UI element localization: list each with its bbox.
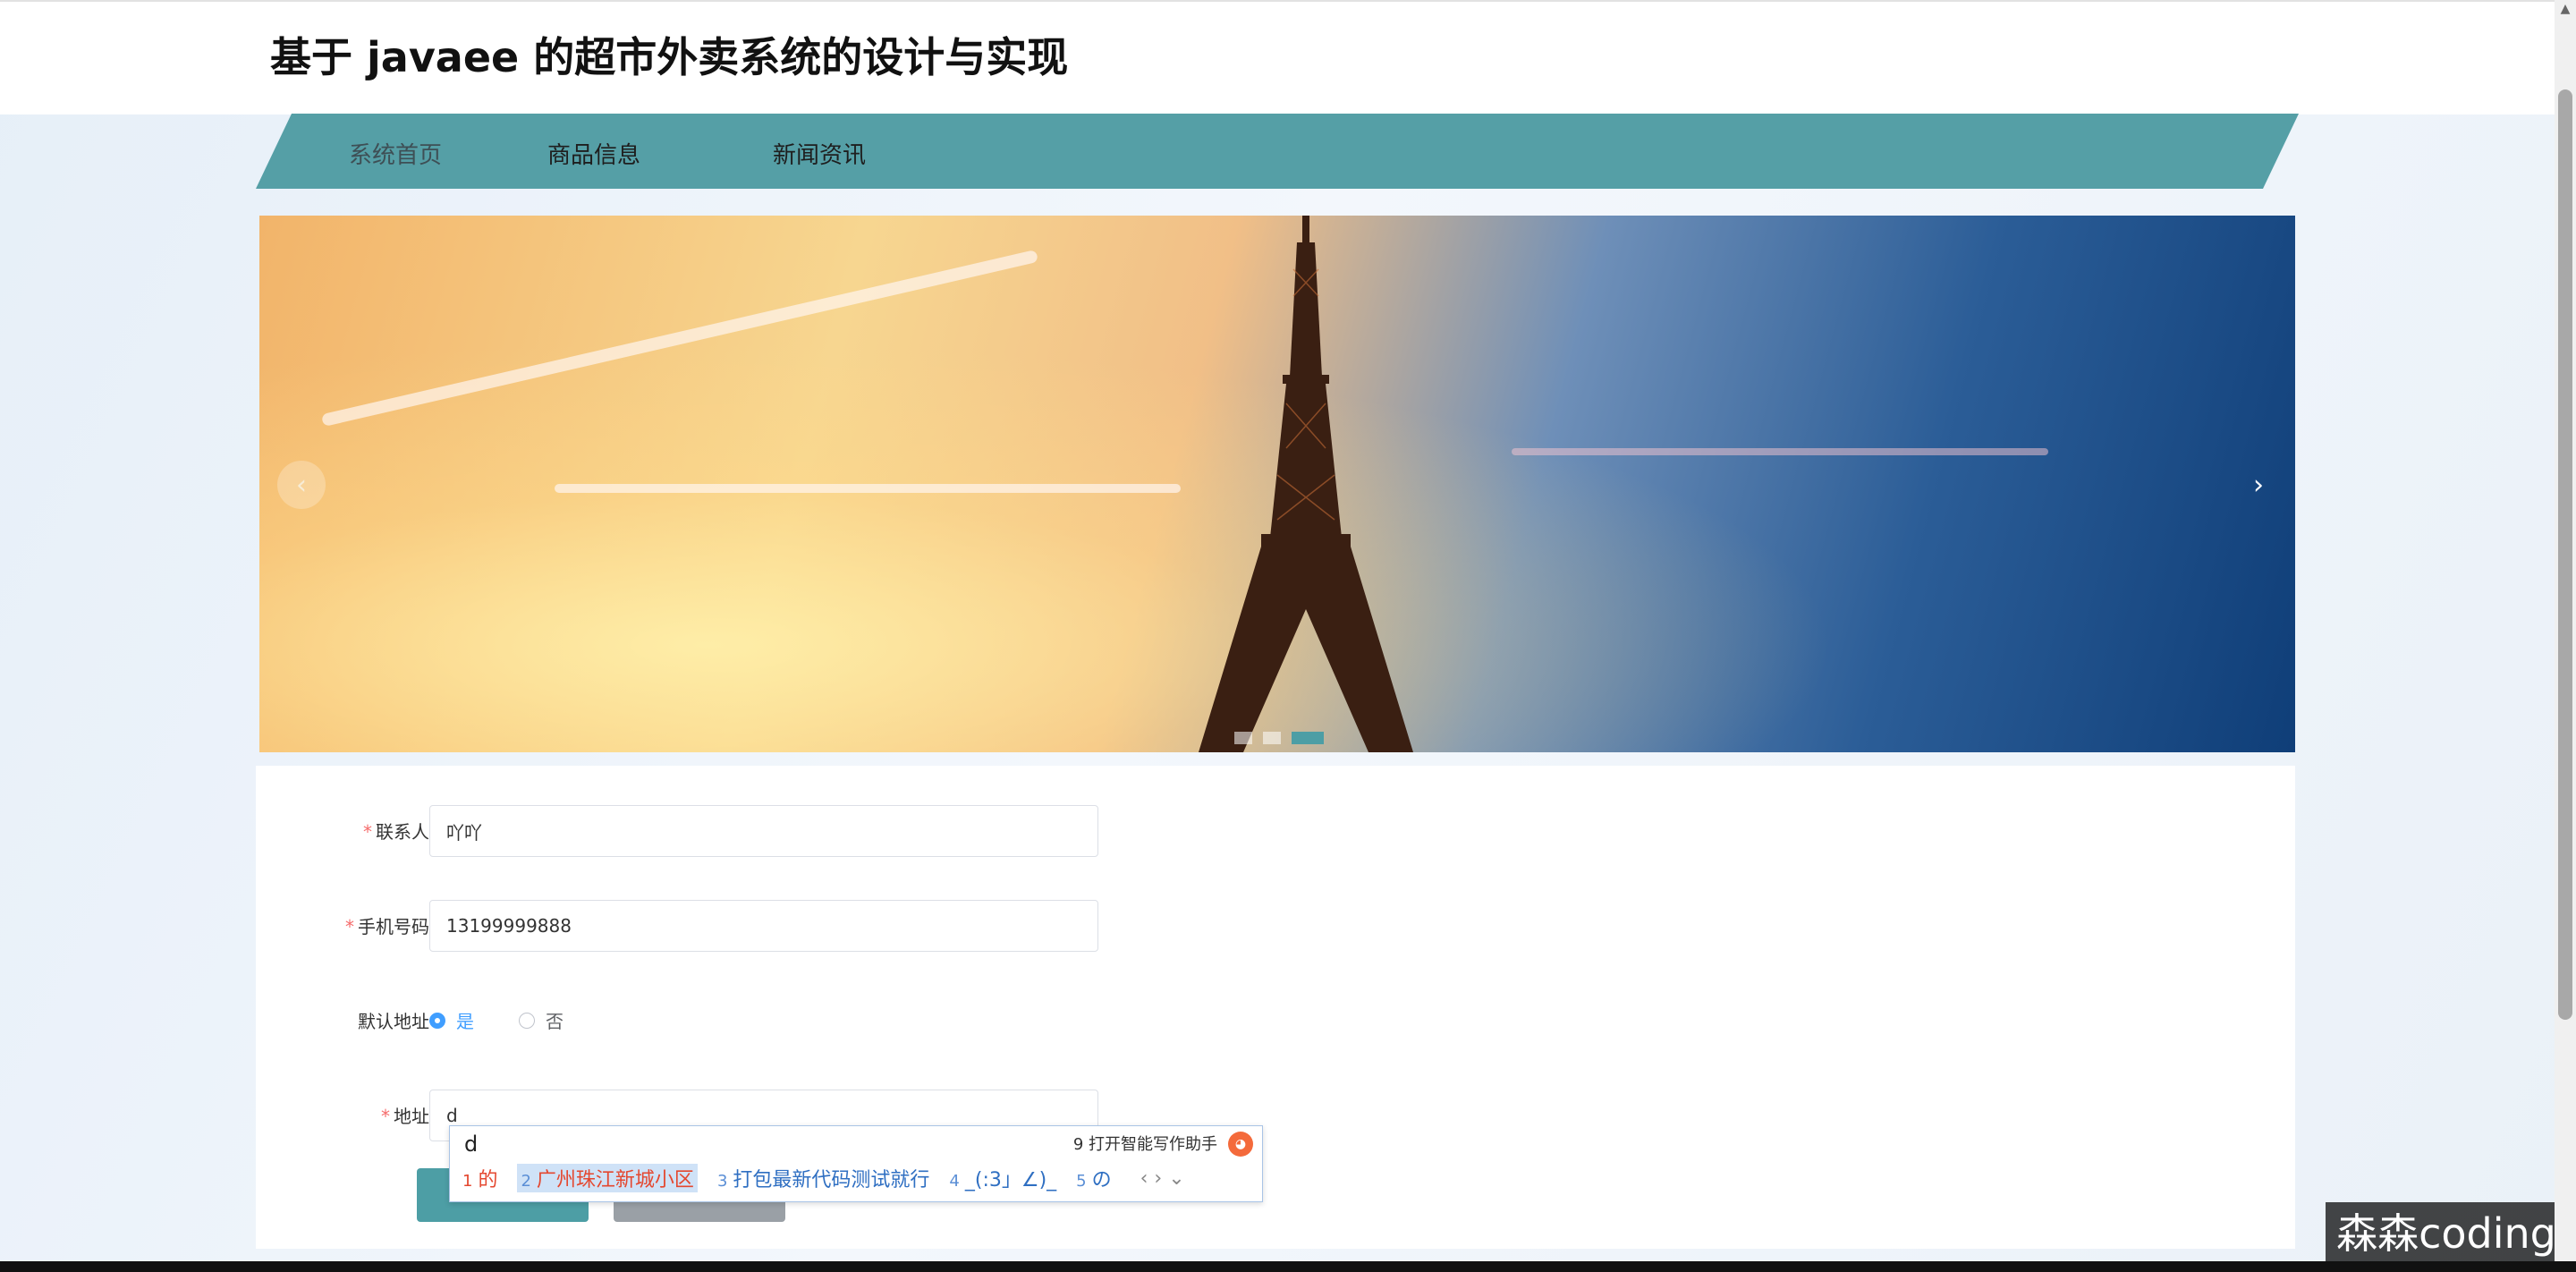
main-nav: 系统首页 商品信息 新闻资讯: [256, 114, 2299, 189]
nav-item-products[interactable]: 商品信息: [547, 137, 640, 170]
required-mark: *: [345, 916, 354, 937]
ime-candidate[interactable]: 1的: [462, 1164, 497, 1192]
address-label: * 地址: [381, 1106, 429, 1127]
default-address-label: 默认地址: [358, 1011, 429, 1032]
required-mark: *: [381, 1106, 390, 1127]
ime-candidates: 1的 2 广州珠江新城小区 3 打包最新代码测试就行 4 _(:3」∠)_ 5の ‹ …: [462, 1164, 1185, 1192]
required-mark: *: [363, 821, 372, 843]
top-header: 基于 javaee 的超市外卖系统的设计与实现: [0, 0, 2555, 114]
taskbar-strip: [0, 1261, 2576, 1272]
carousel-dot-active[interactable]: [1292, 732, 1324, 744]
phone-input[interactable]: [429, 900, 1098, 952]
phone-label: * 手机号码: [345, 916, 429, 937]
banner-carousel: ‹ ›: [259, 216, 2295, 752]
ime-assistant-icon[interactable]: ◕: [1228, 1132, 1253, 1157]
carousel-prev-button[interactable]: ‹: [277, 461, 326, 509]
ime-candidate[interactable]: 4 _(:3」∠)_: [949, 1164, 1056, 1192]
contact-label: * 联系人: [363, 821, 429, 843]
carousel-next-button[interactable]: ›: [2234, 461, 2283, 509]
site-title: 基于 javaee 的超市外卖系统的设计与实现: [270, 33, 1069, 81]
scroll-up-icon[interactable]: ▲: [2558, 2, 2572, 20]
watermark: 森森coding: [2326, 1202, 2567, 1265]
radio-no[interactable]: 否: [519, 1007, 564, 1033]
banner-cloud: [1512, 448, 2048, 455]
carousel-indicators: [1234, 732, 1324, 744]
ime-candidate[interactable]: 5の: [1076, 1164, 1111, 1192]
radio-yes[interactable]: 是: [429, 1007, 474, 1033]
carousel-dot[interactable]: [1263, 732, 1281, 744]
carousel-dot[interactable]: [1234, 732, 1252, 744]
chevron-right-icon: ›: [2253, 469, 2264, 501]
chevron-left-icon: ‹: [296, 469, 307, 501]
default-address-radio-group: 是 否: [429, 1007, 608, 1033]
nav-item-news[interactable]: 新闻资讯: [773, 137, 866, 170]
ime-candidate[interactable]: 3 打包最新代码测试就行: [717, 1164, 929, 1192]
ime-composition: d: [464, 1132, 479, 1157]
radio-checked-icon: [429, 1012, 445, 1029]
ime-assist-link[interactable]: 9 打开智能写作助手: [1073, 1132, 1217, 1155]
scroll-thumb[interactable]: [2558, 89, 2572, 1020]
nav-item-home[interactable]: 系统首页: [349, 137, 442, 170]
ime-candidate-highlighted[interactable]: 2 广州珠江新城小区: [517, 1164, 698, 1192]
ime-page-nav[interactable]: ‹ › ⌄: [1140, 1167, 1185, 1190]
eiffel-tower-image: [1199, 216, 1413, 752]
banner-cloud: [555, 484, 1181, 493]
ime-candidate-popup: d 9 打开智能写作助手 ◕ 1的 2 广州珠江新城小区 3 打包最新代码测试就行 …: [449, 1125, 1263, 1202]
radio-unchecked-icon: [519, 1012, 535, 1029]
contact-input[interactable]: [429, 805, 1098, 857]
page-scrollbar[interactable]: ▲: [2555, 0, 2576, 1261]
